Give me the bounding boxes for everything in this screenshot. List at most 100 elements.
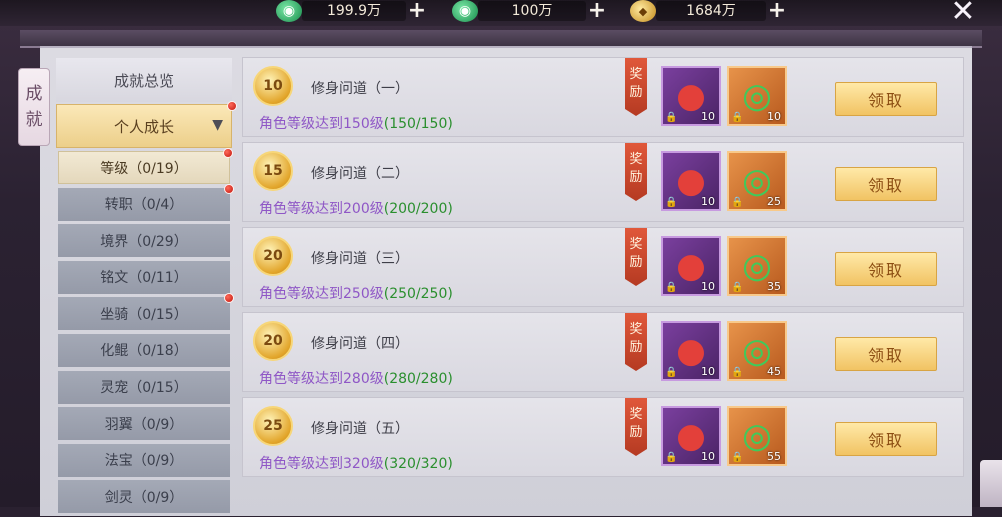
achievement-title: 修身问道（三）: [311, 251, 409, 267]
category-menu: 成就总览 个人成长 ▼ 等级（0/19） 转职（0/4） 境界（0/29） 铭文（0/…: [56, 58, 237, 517]
currency-value: 100万: [478, 1, 586, 21]
reward-tag-char: 励: [629, 425, 643, 440]
reward-jade-ring-icon[interactable]: ◎ 🔒 25: [727, 151, 787, 211]
currency-jade: ◉ 199.9万 +: [276, 0, 428, 22]
reward-quantity: 10: [701, 365, 715, 378]
achievement-medal-icon: 15: [253, 151, 293, 191]
lock-icon: 🔒: [665, 112, 678, 123]
lock-icon: 🔒: [665, 282, 678, 293]
achievement-medal-icon: 25: [253, 406, 293, 446]
achievement-title: 修身问道（一）: [311, 81, 409, 97]
sub-category-label: 铭文（0/11）: [100, 270, 188, 287]
sub-category-label: 剑灵（0/9）: [104, 489, 184, 506]
add-gold-button[interactable]: +: [766, 0, 788, 22]
achievement-requirement: 角色等级达到250级: [259, 286, 384, 302]
sub-category-item[interactable]: 剑灵（0/9）: [58, 480, 230, 514]
reward-quantity: 10: [701, 195, 715, 208]
medal-points: 10: [263, 78, 283, 94]
chevron-down-icon: ▼: [212, 117, 223, 133]
achievement-title: 修身问道（二）: [311, 166, 409, 182]
reward-tag: 奖励: [625, 58, 647, 116]
reward-jade-ring-icon[interactable]: ◎ 🔒 55: [727, 406, 787, 466]
currency-gold: ◆ 1684万 +: [630, 0, 788, 22]
sub-category-item[interactable]: 化鲲（0/18）: [58, 333, 230, 367]
sub-category-item[interactable]: 境界（0/29）: [58, 224, 230, 258]
achievement-medal-icon: 20: [253, 321, 293, 361]
close-button[interactable]: ✕: [948, 0, 978, 27]
sub-category-label: 境界（0/29）: [100, 233, 188, 250]
bound-jade-icon: ◉: [452, 0, 478, 22]
achievement-medal-icon: 10: [253, 66, 293, 106]
reward-crystal-ball-icon[interactable]: ● 🔒 10: [661, 66, 721, 126]
reward-tag: 奖励: [625, 398, 647, 456]
reward-tag-char: 奖: [629, 237, 643, 252]
notification-dot: [224, 183, 234, 194]
achievement-requirement: 角色等级达到320级: [259, 456, 384, 472]
menu-overview-tab[interactable]: 成就总览: [56, 58, 232, 102]
reward-jade-ring-icon[interactable]: ◎ 🔒 10: [727, 66, 787, 126]
lock-icon: 🔒: [731, 112, 744, 123]
reward-jade-ring-icon[interactable]: ◎ 🔒 35: [727, 236, 787, 296]
reward-crystal-ball-icon[interactable]: ● 🔒 10: [661, 406, 721, 466]
sub-category-item[interactable]: 灵宠（0/15）: [58, 370, 230, 404]
sub-category-item[interactable]: 法宝（0/9）: [58, 443, 230, 477]
menu-personal-growth-tab[interactable]: 个人成长 ▼: [56, 101, 237, 148]
achievement-row: 10 修身问道（一） 角色等级达到150级(150/150) 奖励 ● 🔒 10 ◎…: [242, 57, 964, 137]
add-bound-jade-button[interactable]: +: [586, 0, 608, 22]
reward-tag-char: 励: [629, 85, 643, 100]
lock-icon: 🔒: [731, 452, 744, 463]
medal-points: 20: [263, 333, 283, 349]
sub-category-item[interactable]: 转职（0/4）: [58, 183, 234, 221]
reward-jade-ring-icon[interactable]: ◎ 🔒 45: [727, 321, 787, 381]
lock-icon: 🔒: [731, 367, 744, 378]
achievement-progress: (250/250): [383, 286, 453, 302]
claim-button[interactable]: 领取: [835, 167, 937, 201]
add-jade-button[interactable]: +: [406, 0, 428, 22]
reward-tag: 奖励: [625, 228, 647, 286]
achievement-progress: (280/280): [383, 371, 453, 387]
notification-dot: [227, 101, 237, 111]
claim-button[interactable]: 领取: [835, 337, 937, 371]
reward-quantity: 35: [767, 280, 781, 293]
achievement-title: 修身问道（五）: [311, 421, 409, 437]
reward-tag-char: 奖: [629, 407, 643, 422]
reward-crystal-ball-icon[interactable]: ● 🔒 10: [661, 236, 721, 296]
reward-quantity: 10: [767, 110, 781, 123]
reward-tag-char: 奖: [629, 152, 643, 167]
reward-tag-char: 奖: [629, 322, 643, 337]
claim-button[interactable]: 领取: [835, 252, 937, 286]
reward-crystal-ball-icon[interactable]: ● 🔒 10: [661, 151, 721, 211]
achievement-progress: (320/320): [383, 456, 453, 472]
sub-category-item[interactable]: 铭文（0/11）: [58, 260, 230, 294]
achievement-progress: (150/150): [383, 116, 453, 132]
achievement-description: 角色等级达到150级(150/150): [259, 113, 453, 133]
gold-coin-icon: ◆: [630, 0, 656, 22]
reward-quantity: 10: [701, 280, 715, 293]
claim-button[interactable]: 领取: [835, 422, 937, 456]
lock-icon: 🔒: [665, 197, 678, 208]
sub-category-item[interactable]: 等级（0/19）: [58, 148, 233, 184]
medal-points: 25: [263, 418, 283, 434]
sub-category-item[interactable]: 坐骑（0/15）: [58, 293, 234, 331]
lock-icon: 🔒: [665, 452, 678, 463]
sub-category-label: 转职（0/4）: [104, 197, 184, 214]
reward-quantity: 10: [701, 110, 715, 123]
sub-category-item[interactable]: 羽翼（0/9）: [58, 407, 230, 441]
currency-value: 199.9万: [302, 1, 406, 21]
reward-tag: 奖励: [625, 143, 647, 201]
achievement-requirement: 角色等级达到280级: [259, 371, 384, 387]
medal-points: 15: [263, 163, 283, 179]
currency-value: 1684万: [656, 1, 766, 21]
sub-category-label: 化鲲（0/18）: [100, 343, 188, 360]
sub-category-label: 坐骑（0/15）: [100, 306, 188, 323]
reward-tag: 奖励: [625, 313, 647, 371]
lock-icon: 🔒: [731, 197, 744, 208]
achievement-description: 角色等级达到200级(200/200): [259, 198, 453, 218]
achievement-requirement: 角色等级达到200级: [259, 201, 384, 217]
sub-category-label: 法宝（0/9）: [104, 453, 184, 470]
achievement-title: 修身问道（四）: [311, 336, 409, 352]
reward-tag-char: 励: [629, 170, 643, 185]
claim-button[interactable]: 领取: [835, 82, 937, 116]
currency-bar: ◉ 199.9万 + ◉ 100万 + ◆ 1684万 + ✕: [0, 0, 1002, 27]
reward-crystal-ball-icon[interactable]: ● 🔒 10: [661, 321, 721, 381]
